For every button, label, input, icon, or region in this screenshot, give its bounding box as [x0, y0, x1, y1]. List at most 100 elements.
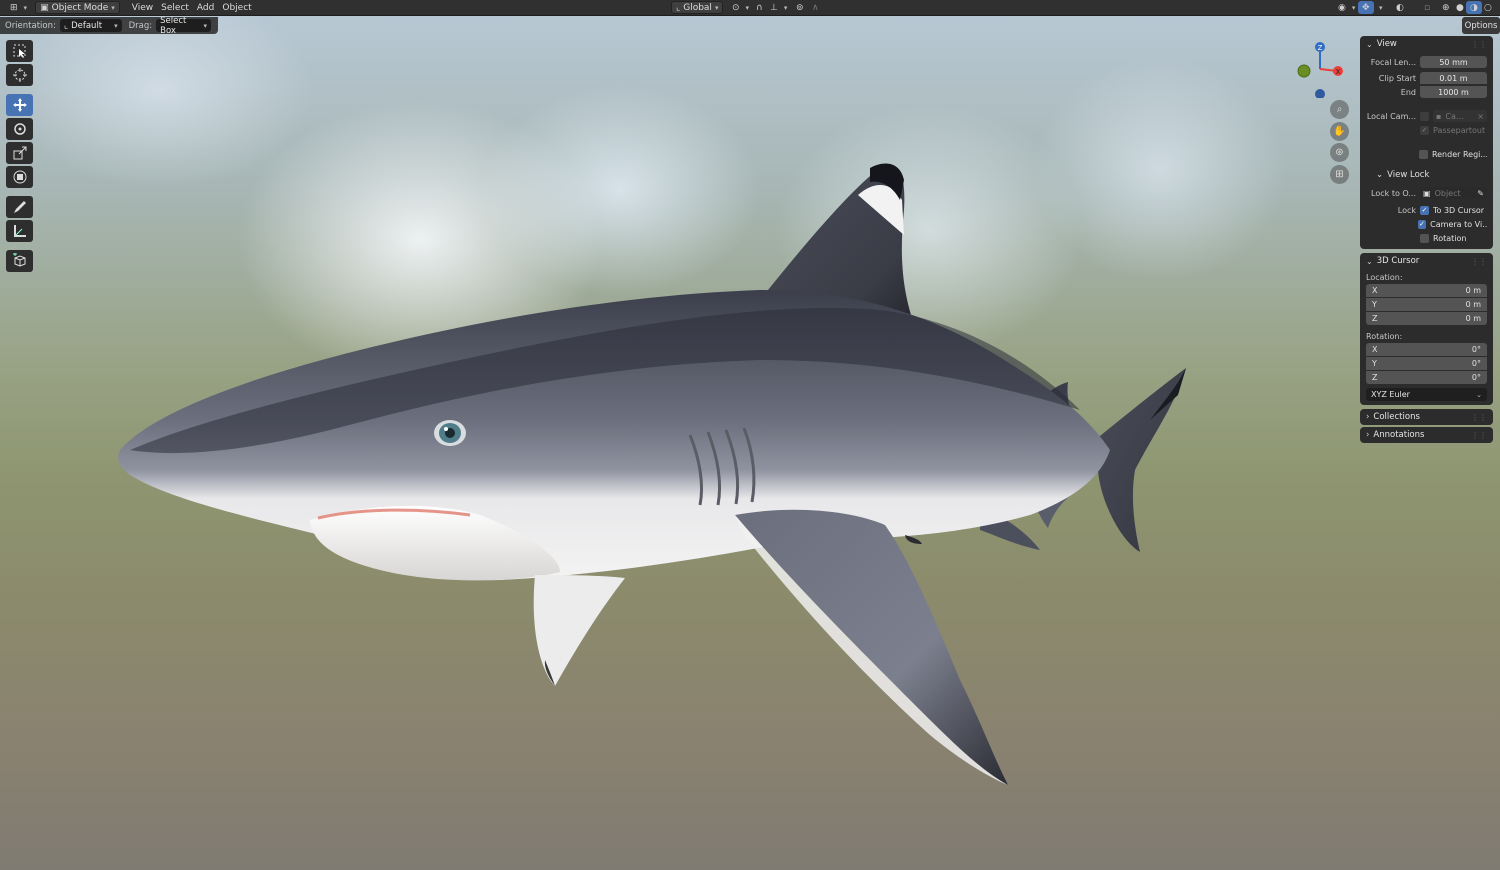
- eyedropper-icon[interactable]: ✎: [1477, 189, 1484, 198]
- axis-value: 0 m: [1465, 286, 1481, 295]
- drag-value: Select Box: [160, 15, 187, 36]
- passepartout-label: Passepartout: [1433, 125, 1486, 135]
- cursor-location-y-field[interactable]: Y 0 m: [1366, 298, 1487, 311]
- material-sphere-icon: ◑: [1470, 2, 1478, 13]
- shark-model[interactable]: [0, 0, 1500, 870]
- cursor-location-x-field[interactable]: X 0 m: [1366, 284, 1487, 297]
- clip-end-field[interactable]: 1000 m: [1420, 86, 1487, 98]
- lock-to-3d-cursor-label: To 3D Cursor: [1433, 205, 1485, 215]
- xray-button[interactable]: ▫: [1420, 1, 1437, 14]
- location-label: Location:: [1366, 273, 1403, 282]
- view-panel-title: View: [1376, 39, 1397, 49]
- drag-dropdown[interactable]: Select Box ▾: [156, 16, 211, 36]
- lock-label: Lock: [1397, 205, 1416, 215]
- transform-icon: [13, 170, 26, 184]
- transform-tool[interactable]: [6, 166, 33, 188]
- drag-grip-icon[interactable]: ⋮⋮: [1471, 40, 1487, 49]
- rendered-sphere-icon: ○: [1484, 2, 1492, 13]
- camera-view-button[interactable]: ⊛: [1330, 143, 1349, 162]
- view-lock-subpanel-header[interactable]: ⌄ View Lock: [1360, 167, 1493, 182]
- camera-data-icon: ▪: [1436, 111, 1442, 121]
- pivot-point-button[interactable]: ⊙ ▾: [728, 1, 753, 14]
- options-button[interactable]: Options: [1462, 17, 1500, 34]
- perspective-toggle-button[interactable]: ⊞: [1330, 165, 1349, 184]
- snap-target-button[interactable]: ⊥ ▾: [766, 1, 791, 14]
- mode-dropdown[interactable]: ▣ Object Mode ▾: [35, 1, 120, 14]
- gizmo-dropdown[interactable]: ▾: [1372, 1, 1387, 14]
- cursor-icon: [12, 68, 27, 82]
- add-cube-tool[interactable]: [6, 250, 33, 272]
- lock-camera-to-view-label: Camera to Vi...: [1430, 219, 1487, 229]
- lock-rotation-checkbox[interactable]: [1420, 233, 1429, 243]
- cursor-rotation-y-field[interactable]: Y 0°: [1366, 357, 1487, 370]
- collections-panel-header[interactable]: › Collections ⋮⋮: [1360, 409, 1493, 425]
- focal-length-field[interactable]: 50 mm: [1420, 56, 1487, 68]
- scale-tool[interactable]: [6, 142, 33, 164]
- rotation-mode-dropdown[interactable]: XYZ Euler ⌄: [1366, 388, 1487, 401]
- gizmo-icon: ✥: [1362, 2, 1370, 13]
- menu-view[interactable]: View: [128, 1, 157, 14]
- clear-icon[interactable]: ×: [1477, 112, 1484, 121]
- cursor-rotation-x-field[interactable]: X 0°: [1366, 343, 1487, 356]
- measure-ruler-icon: [13, 225, 26, 237]
- drag-grip-icon[interactable]: ⋮⋮: [1471, 413, 1487, 422]
- drag-grip-icon[interactable]: ⋮⋮: [1471, 257, 1487, 266]
- visibility-button[interactable]: ◉ ▾: [1334, 1, 1359, 14]
- snap-magnet-icon: ∩: [756, 2, 763, 13]
- axis-label: Y: [1372, 359, 1377, 368]
- cursor-rotation-z-field[interactable]: Z 0°: [1366, 371, 1487, 384]
- overlays-button[interactable]: ◐: [1392, 1, 1411, 14]
- chevron-down-icon: ⌄: [1366, 39, 1373, 49]
- 3d-cursor-panel-header[interactable]: ⌄ 3D Cursor ⋮⋮: [1360, 253, 1493, 269]
- zoom-button[interactable]: ⌕: [1330, 100, 1349, 119]
- render-region-checkbox[interactable]: [1419, 149, 1428, 159]
- local-camera-checkbox[interactable]: [1420, 111, 1429, 121]
- measure-tool[interactable]: [6, 220, 33, 242]
- render-region-label: Render Regi...: [1431, 149, 1487, 159]
- chevron-down-icon: ▾: [114, 21, 118, 30]
- local-camera-field[interactable]: ▪ Ca... ×: [1433, 110, 1487, 122]
- menu-object[interactable]: Object: [218, 1, 255, 14]
- view-panel-header[interactable]: ⌄ View ⋮⋮: [1360, 36, 1493, 52]
- cursor-tool[interactable]: [6, 64, 33, 86]
- annotations-title: Annotations: [1373, 430, 1425, 440]
- wireframe-sphere-icon: ⊕: [1442, 2, 1450, 13]
- rotation-label: Rotation:: [1366, 332, 1403, 341]
- transform-orientation-dropdown[interactable]: ⌞ Global ▾: [671, 1, 724, 14]
- lock-camera-to-view-checkbox[interactable]: ✓: [1417, 219, 1427, 229]
- falloff-button[interactable]: ∧: [808, 1, 826, 14]
- pan-button[interactable]: ✋: [1330, 122, 1349, 141]
- view-panel: ⌄ View ⋮⋮ Focal Len... 50 mm Clip Start …: [1360, 36, 1493, 249]
- axis-label: Z: [1372, 373, 1378, 382]
- rotate-tool[interactable]: [6, 118, 33, 140]
- cursor-location-z-field[interactable]: Z 0 m: [1366, 312, 1487, 325]
- annotations-panel-header[interactable]: › Annotations ⋮⋮: [1360, 427, 1493, 443]
- orientation-dropdown[interactable]: ⌞ Default ▾: [59, 19, 122, 32]
- solid-sphere-icon: ●: [1456, 2, 1464, 13]
- select-box-tool[interactable]: [6, 40, 33, 62]
- menu-select[interactable]: Select: [157, 1, 193, 14]
- navigation-gizmo[interactable]: Z X: [1292, 38, 1352, 99]
- orientation-value: Default: [71, 20, 103, 31]
- chevron-down-icon: ▾: [783, 3, 788, 12]
- annotate-tool[interactable]: [6, 196, 33, 218]
- pivot-icon: ⊙: [732, 2, 740, 13]
- move-tool[interactable]: [6, 94, 33, 116]
- editor-type-icon: ⊞: [10, 2, 18, 13]
- clip-start-field[interactable]: 0.01 m: [1420, 72, 1487, 84]
- lock-rotation-label: Rotation: [1433, 233, 1467, 243]
- lock-to-object-label: Lock to O...: [1371, 188, 1416, 198]
- chevron-down-icon: ▾: [1379, 3, 1383, 12]
- editor-type-button[interactable]: ⊞ ▾: [6, 1, 31, 14]
- chevron-right-icon: ›: [1366, 412, 1370, 422]
- lock-to-3d-cursor-checkbox[interactable]: ✓: [1420, 205, 1429, 215]
- axis-value: 0°: [1471, 359, 1481, 368]
- drag-grip-icon[interactable]: ⋮⋮: [1471, 431, 1487, 440]
- lock-to-object-field[interactable]: ▣ Object ✎: [1420, 187, 1487, 199]
- shading-rendered-button[interactable]: ○: [1480, 1, 1499, 14]
- menu-add[interactable]: Add: [193, 1, 218, 14]
- clip-start-label: Clip Start: [1378, 73, 1416, 83]
- 3d-viewport[interactable]: [0, 0, 1500, 870]
- select-box-icon: [13, 44, 25, 58]
- passepartout-checkbox[interactable]: ✓: [1420, 125, 1429, 135]
